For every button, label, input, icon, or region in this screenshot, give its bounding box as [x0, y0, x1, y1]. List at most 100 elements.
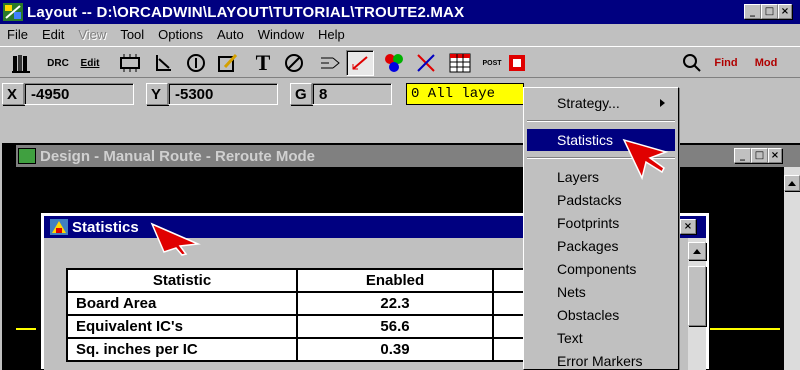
menu-auto[interactable]: Auto	[210, 27, 251, 42]
yellow-trace	[16, 328, 36, 330]
magnifier-icon	[683, 54, 701, 72]
grid-value: 8	[312, 83, 392, 105]
menu-options[interactable]: Options	[151, 27, 210, 42]
text-tool-button[interactable]: T	[250, 50, 276, 76]
design-minimize-button[interactable]: _	[734, 148, 751, 163]
spreadsheet-button[interactable]	[446, 50, 474, 76]
menu-edit[interactable]: Edit	[35, 27, 71, 42]
post-process-button[interactable]: POST	[478, 50, 506, 76]
minimize-button[interactable]: _	[744, 4, 761, 19]
orcad-layout-app-icon	[3, 3, 23, 21]
layer-selector[interactable]: 0 All laye	[406, 83, 524, 105]
text-t-icon: T	[255, 50, 271, 75]
statistics-vertical-scrollbar[interactable]	[688, 238, 706, 370]
obstacle-icon	[156, 55, 171, 71]
color-dots-icon	[385, 54, 403, 72]
menu-item-padstacks[interactable]: Padstacks	[527, 189, 675, 211]
menu-tool[interactable]: Tool	[113, 27, 151, 42]
column-header-statistic[interactable]: Statistic	[66, 268, 298, 293]
connection-tool-button[interactable]	[316, 50, 344, 76]
table-row[interactable]: Equivalent IC's 56.6	[66, 314, 534, 339]
shove-track-button[interactable]	[346, 50, 374, 76]
stats-scroll-up-button[interactable]	[688, 242, 706, 260]
design-close-button[interactable]: ×	[768, 148, 782, 163]
menu-file[interactable]: File	[0, 27, 35, 42]
design-window-icon	[18, 148, 36, 164]
stats-scroll-thumb[interactable]	[688, 266, 706, 326]
statistics-table: Statistic Enabled Board Area 22.3 Equiva…	[66, 268, 534, 362]
menu-separator	[527, 120, 675, 122]
statistic-enabled-value: 56.6	[296, 314, 494, 339]
component-tool-button[interactable]	[116, 50, 144, 76]
menu-help[interactable]: Help	[311, 27, 352, 42]
menu-item-packages[interactable]: Packages	[527, 235, 675, 257]
submenu-arrow-icon	[660, 99, 665, 107]
design-window-titlebar[interactable]: Design - Manual Route - Reroute Mode _ □…	[16, 145, 800, 167]
table-row[interactable]: Board Area 22.3	[66, 291, 534, 316]
drc-button[interactable]: DRC	[42, 50, 74, 76]
statistic-name: Sq. inches per IC	[66, 337, 298, 362]
pin-tool-button[interactable]	[182, 50, 210, 76]
obstacle-tool-button[interactable]	[150, 50, 178, 76]
menu-view[interactable]: View	[71, 27, 113, 42]
find-button[interactable]: Find	[708, 50, 744, 76]
component-icon	[120, 54, 140, 72]
design-window-title: Design - Manual Route - Reroute Mode	[40, 147, 316, 165]
modify-button[interactable]: Mod	[746, 50, 786, 76]
statistics-window-title: Statistics	[72, 218, 139, 236]
statistics-window-icon	[50, 219, 68, 235]
route-red-icon	[352, 56, 368, 70]
x-label: X	[2, 83, 24, 105]
red-pointer-icon	[150, 222, 201, 256]
menu-item-footprints[interactable]: Footprints	[527, 212, 675, 234]
menu-item-nets[interactable]: Nets	[527, 281, 675, 303]
color-button[interactable]	[380, 50, 408, 76]
statistic-name: Equivalent IC's	[66, 314, 298, 339]
reconnect-icon	[417, 54, 435, 72]
menu-item-text[interactable]: Text	[527, 327, 675, 349]
no-entry-icon	[285, 54, 303, 72]
red-pointer-icon	[622, 138, 669, 180]
reports-button[interactable]	[506, 50, 528, 76]
menubar: File Edit View Tool Options Auto Window …	[0, 24, 800, 45]
statistic-enabled-value: 22.3	[296, 291, 494, 316]
connection-icon	[321, 57, 340, 69]
menu-window[interactable]: Window	[251, 27, 311, 42]
pin-icon	[187, 54, 205, 72]
grid-label: G	[290, 83, 312, 105]
up-arrow-icon	[693, 248, 701, 254]
library-manager-button[interactable]	[8, 50, 36, 76]
statistics-close-button[interactable]: ×	[680, 219, 696, 234]
reports-dropdown-menu: Strategy... Statistics Layers Padstacks …	[523, 87, 679, 370]
books-icon	[12, 55, 30, 73]
up-arrow-icon	[788, 180, 796, 186]
statistic-enabled-value: 0.39	[296, 337, 494, 362]
edit-button[interactable]: Edit	[76, 50, 104, 76]
y-coordinate: -5300	[168, 83, 278, 105]
table-header-row: Statistic Enabled	[66, 268, 534, 293]
app-titlebar[interactable]: Layout -- D:\ORCADWIN\LAYOUT\TUTORIAL\TR…	[0, 0, 800, 24]
coordinate-bar: X -4950 Y -5300 G 8 0 All laye	[0, 79, 800, 109]
spreadsheet-icon	[449, 53, 471, 73]
reconnect-button[interactable]	[412, 50, 440, 76]
toolbar: DRC Edit T POST Find Mod	[0, 46, 800, 78]
design-vertical-scrollbar[interactable]	[784, 167, 800, 370]
menu-item-components[interactable]: Components	[527, 258, 675, 280]
edit-segment-button[interactable]	[214, 50, 242, 76]
error-tool-button[interactable]	[280, 50, 308, 76]
y-label: Y	[146, 83, 168, 105]
menu-item-error-markers[interactable]: Error Markers	[527, 350, 675, 370]
x-coordinate: -4950	[24, 83, 134, 105]
column-header-enabled[interactable]: Enabled	[296, 268, 494, 293]
maximize-button[interactable]: □	[761, 4, 778, 19]
zoom-button[interactable]	[680, 50, 704, 76]
close-button[interactable]: ×	[778, 4, 792, 19]
scroll-up-button[interactable]	[784, 175, 800, 191]
reports-icon	[509, 55, 525, 71]
design-maximize-button[interactable]: □	[751, 148, 768, 163]
table-row[interactable]: Sq. inches per IC 0.39	[66, 337, 534, 362]
app-title: Layout -- D:\ORCADWIN\LAYOUT\TUTORIAL\TR…	[27, 3, 465, 21]
menu-item-obstacles[interactable]: Obstacles	[527, 304, 675, 326]
menu-item-strategy[interactable]: Strategy...	[527, 92, 675, 114]
statistic-name: Board Area	[66, 291, 298, 316]
